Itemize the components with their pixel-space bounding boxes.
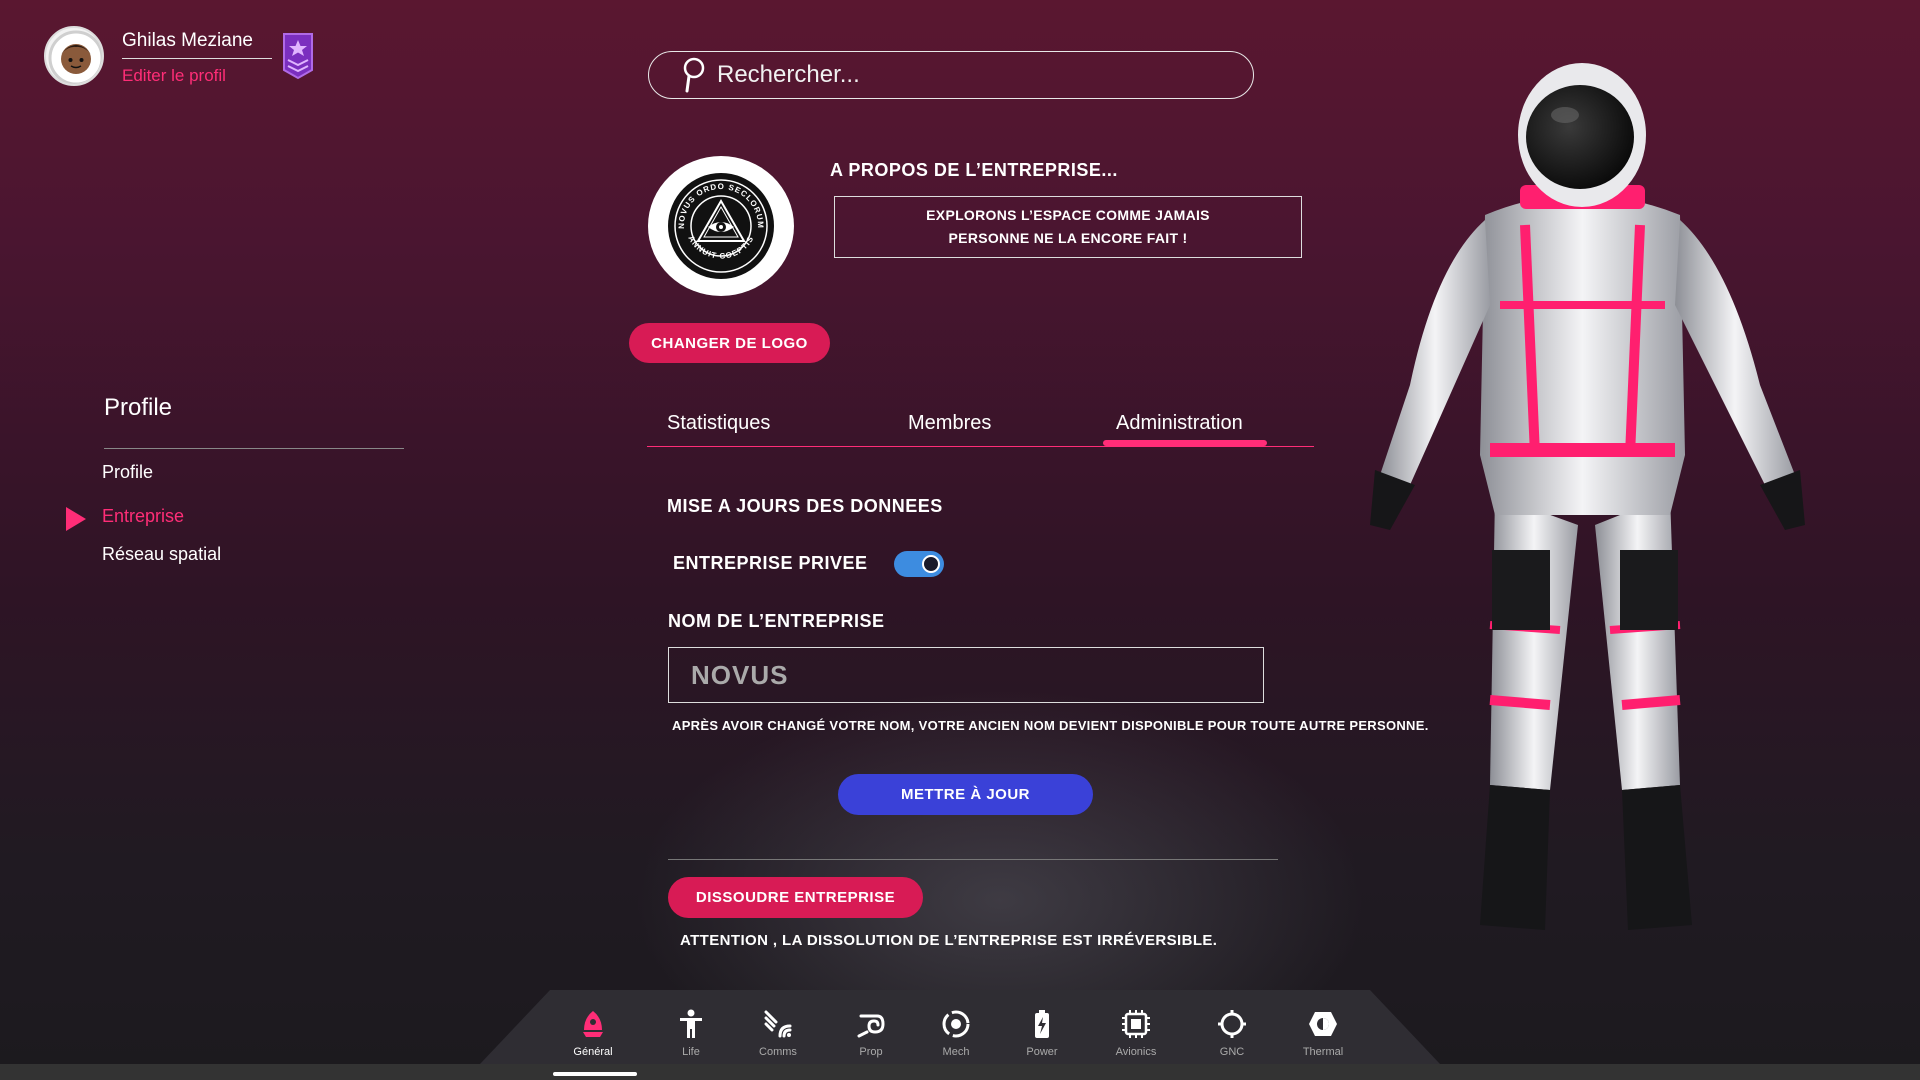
dock-item-power[interactable]: Power [1002, 1008, 1082, 1058]
tab-administration[interactable]: Administration [1116, 412, 1243, 435]
dock-label-thermal: Thermal [1302, 1046, 1344, 1058]
sidebar-divider [104, 448, 404, 449]
sidebar-item-profile[interactable]: Profile [102, 462, 153, 483]
dock-item-avionics[interactable]: Avionics [1096, 1008, 1176, 1058]
sidebar-item-reseau-spatial[interactable]: Réseau spatial [102, 544, 221, 565]
thermal-icon [1309, 1012, 1337, 1036]
about-title: A PROPOS DE L’ENTREPRISE... [830, 160, 1118, 180]
rank-badge-icon [282, 32, 314, 80]
dock-item-comms[interactable]: Comms [738, 1008, 818, 1058]
active-dock-indicator [553, 1072, 637, 1076]
sidebar-title: Profile [104, 394, 173, 421]
tab-statistiques[interactable]: Statistiques [667, 412, 770, 435]
bottom-strip [0, 1064, 1920, 1080]
dock-item-general[interactable]: Général [553, 1008, 633, 1058]
tab-membres[interactable]: Membres [908, 412, 991, 435]
private-toggle[interactable] [894, 551, 944, 577]
private-toggle-label: ENTREPRISE PRIVEE [673, 553, 868, 573]
dock-item-mech[interactable]: Mech [916, 1008, 996, 1058]
comms-icon [764, 1010, 792, 1038]
active-tab-indicator [1103, 440, 1267, 446]
sidebar-item-entreprise[interactable]: Entreprise [102, 506, 184, 527]
company-name-help: APRÈS AVOIR CHANGÉ VOTRE NOM, VOTRE ANCI… [672, 718, 1429, 733]
dock-label-gnc: GNC [1219, 1046, 1245, 1058]
form-divider [668, 859, 1278, 860]
mech-icon [942, 1010, 970, 1038]
change-logo-button[interactable]: CHANGER DE LOGO [629, 323, 830, 363]
dissolve-company-button[interactable]: DISSOUDRE ENTREPRISE [668, 877, 923, 918]
username: Ghilas Meziane [122, 30, 272, 59]
battery-icon [1035, 1010, 1049, 1038]
company-logo: NOVUS ORDO SECLORUM ANNUIT COEPTIS [648, 156, 794, 296]
section-title: MISE A JOURS DES DONNEES [667, 496, 943, 516]
user-avatar[interactable] [44, 26, 104, 86]
search-icon [683, 57, 705, 93]
search-input[interactable] [717, 61, 1197, 89]
update-button[interactable]: METTRE À JOUR [838, 774, 1093, 815]
dock-item-gnc[interactable]: GNC [1192, 1008, 1272, 1058]
gnc-icon [1218, 1010, 1246, 1038]
dock-label-general: Général [573, 1046, 613, 1058]
dock-label-life: Life [682, 1046, 700, 1058]
dock-label-prop: Prop [859, 1046, 883, 1058]
company-name-label: NOM DE L’ENTREPRISE [668, 611, 885, 631]
dock-item-prop[interactable]: Prop [831, 1008, 911, 1058]
dock-label-power: Power [1026, 1046, 1058, 1058]
dock-item-life[interactable]: Life [651, 1008, 731, 1058]
dock-label-avionics: Avionics [1115, 1046, 1157, 1058]
about-description: EXPLORONS L’ESPACE COMME JAMAIS PERSONNE… [834, 196, 1302, 258]
dock-label-comms: Comms [759, 1046, 797, 1058]
astronaut-illustration [1340, 55, 1830, 950]
chip-icon [1122, 1010, 1150, 1038]
propulsion-icon [857, 1014, 885, 1038]
edit-profile-link[interactable]: Editer le profil [122, 66, 226, 86]
company-name-input[interactable] [668, 647, 1264, 703]
dock-label-mech: Mech [942, 1046, 970, 1058]
search-bar[interactable] [648, 51, 1254, 99]
toggle-knob [922, 555, 940, 573]
person-icon [680, 1009, 702, 1038]
dock-item-thermal[interactable]: Thermal [1283, 1008, 1363, 1058]
rocket-icon [583, 1011, 603, 1037]
tabs-divider [647, 446, 1314, 447]
active-arrow-icon [66, 507, 86, 531]
dissolve-warning: ATTENTION , LA DISSOLUTION DE L’ENTREPRI… [680, 932, 1218, 949]
